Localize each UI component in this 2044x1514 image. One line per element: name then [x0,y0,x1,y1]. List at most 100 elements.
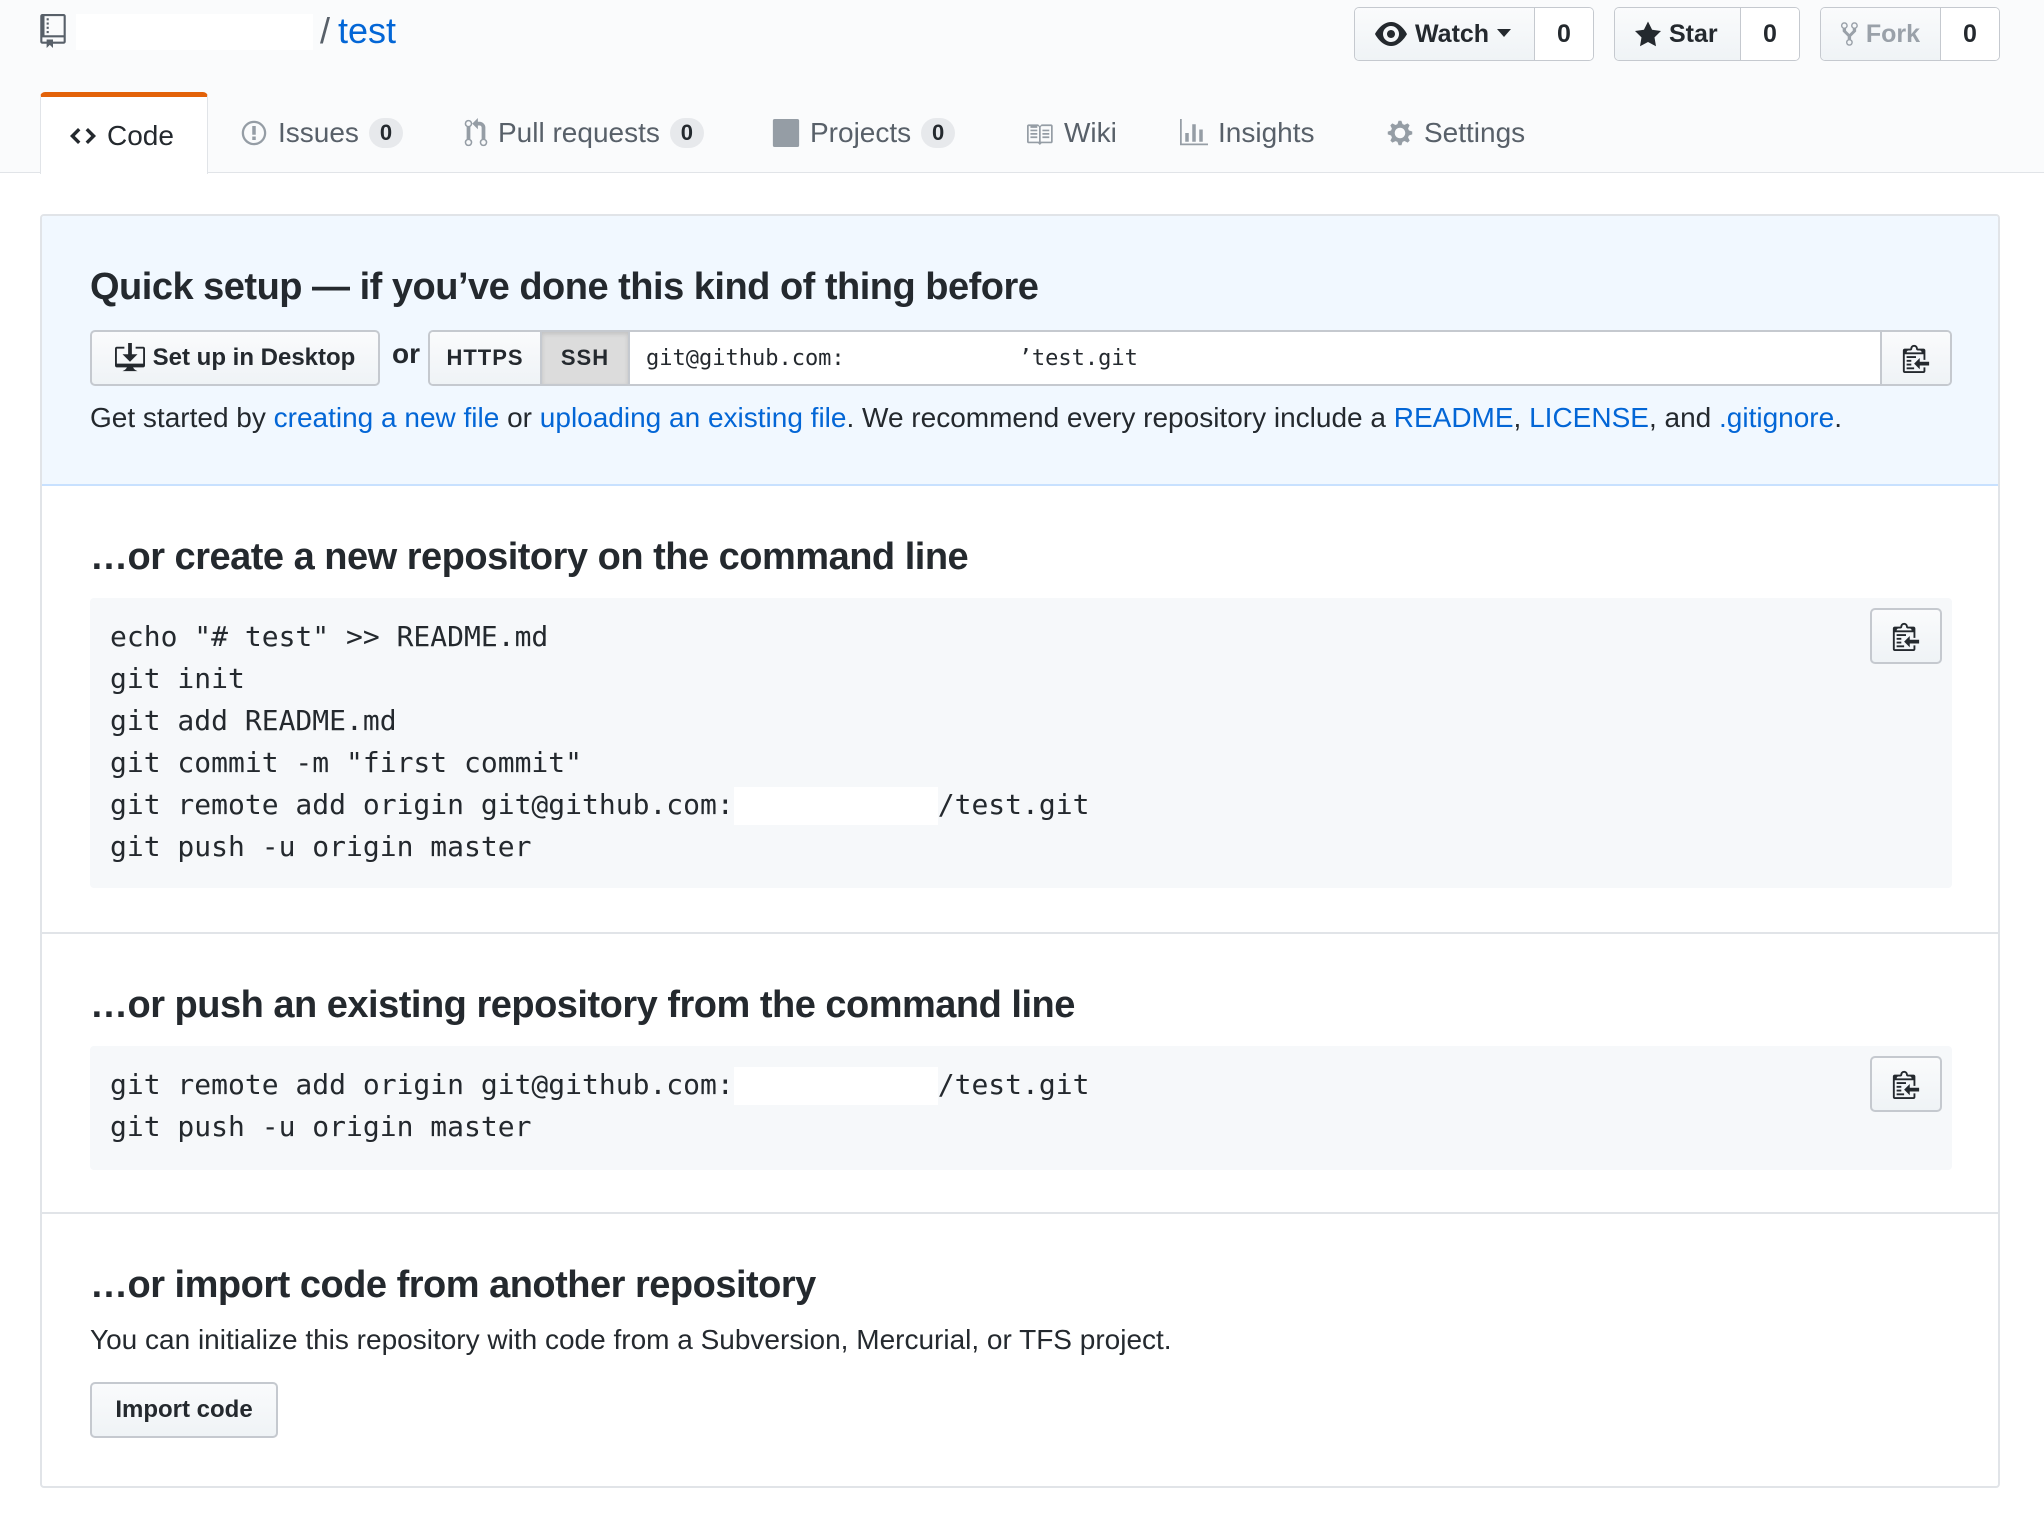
quick-setup-section: Quick setup — if you’ve done this kind o… [42,216,1998,486]
copy-create-commands-button[interactable] [1870,608,1942,664]
repo-path-separator: / [320,10,331,51]
issues-counter: 0 [368,117,403,148]
tab-issues-label: Issues [278,116,359,148]
project-icon [772,118,800,147]
star-label: Star [1669,19,1718,48]
create-repo-title: …or create a new repository on the comma… [90,536,969,578]
repo-forked-icon [1841,22,1858,46]
ssh-button[interactable]: SSH [542,332,630,384]
repo-header: / test Watch 0 Star 0 Fork 0 Code Issues… [0,0,2044,174]
fork-button[interactable]: Fork [1821,8,1941,60]
quick-setup-title: Quick setup — if you’ve done this kind o… [90,266,1039,308]
code-icon [70,127,96,144]
push-repo-section: …or push an existing repository from the… [42,934,1998,1214]
repo-nav-tabs: Code Issues 0 Pull requests 0 Projects 0… [0,92,2044,174]
fork-group: Fork 0 [1820,7,2000,61]
remote-command: git remote add origin git@github.com: [110,788,734,821]
clone-url-suffix: ’test.git [1018,345,1138,371]
desktop-download-icon [114,343,145,372]
get-started-t2: or [499,402,540,433]
get-started-t1: Get started by [90,402,274,433]
clone-url-prefix: git@github.com: [646,345,845,371]
redacted-owner [733,1067,938,1105]
watch-button[interactable]: Watch [1355,8,1535,60]
repo-icon [40,14,66,48]
star-button[interactable]: Star [1615,8,1741,60]
repo-name-link[interactable]: test [338,10,396,51]
get-started-t6: . [1834,402,1842,433]
clippy-icon [1892,622,1920,651]
readme-link[interactable]: README [1394,402,1514,433]
graph-icon [1180,118,1208,145]
watch-label: Watch [1415,19,1490,48]
or-separator: or [392,338,420,369]
code-line: git push -u origin master [110,1110,532,1143]
code-line-remote: git remote add origin git@github.com: /te… [110,784,1089,826]
code-line: git commit -m "first commit" [110,746,583,779]
tab-code-label: Code [107,119,174,151]
setup-desktop-label: Set up in Desktop [152,344,356,371]
tab-wiki-label: Wiki [1064,116,1117,148]
triangle-down-icon [1497,29,1512,37]
issue-opened-icon [241,120,267,145]
tab-pull-requests-label: Pull requests [498,116,660,148]
code-line: git init [110,662,245,695]
copy-clone-url-button[interactable] [1880,332,1950,384]
https-button[interactable]: HTTPS [430,332,542,384]
tab-projects[interactable]: Projects 0 [744,92,983,173]
import-repo-section: …or import code from another repository … [42,1214,1998,1486]
tab-projects-label: Projects [810,116,912,148]
import-description: You can initialize this repository with … [90,1324,1172,1355]
empty-repo-setup-box: Quick setup — if you’ve done this kind o… [40,214,2000,1488]
setup-desktop-button[interactable]: Set up in Desktop [90,330,380,386]
fork-count[interactable]: 0 [1941,8,1999,60]
git-pull-request-icon [464,117,488,146]
star-count[interactable]: 0 [1741,8,1799,60]
star-icon [1635,21,1661,47]
clone-url-group: HTTPS SSH git@github.com: ’test.git [428,330,1952,386]
push-repo-code-block: git remote add origin git@github.com: /te… [90,1046,1952,1170]
create-repo-code-block: echo "# test" >> README.md git init git … [90,598,1952,888]
remote-suffix: /test.git [937,1068,1090,1101]
creating-new-file-link[interactable]: creating a new file [274,402,500,433]
remote-command: git remote add origin git@github.com: [110,1068,734,1101]
tab-insights[interactable]: Insights [1152,92,1343,173]
tab-settings[interactable]: Settings [1358,92,1553,173]
get-started-text: Get started by creating a new file or up… [90,402,1842,434]
create-repo-section: …or create a new repository on the comma… [42,486,1998,934]
tab-wiki[interactable]: Wiki [996,92,1145,173]
fork-label: Fork [1865,19,1920,48]
code-line: git push -u origin master [110,830,532,863]
uploading-existing-file-link[interactable]: uploading an existing file [540,402,847,433]
gitignore-link[interactable]: .gitignore [1719,402,1834,433]
license-link[interactable]: LICENSE [1529,402,1649,433]
tab-code[interactable]: Code [40,92,208,174]
redacted-owner [733,787,938,825]
copy-push-commands-button[interactable] [1870,1056,1942,1112]
get-started-t5: , and [1648,402,1719,433]
tab-settings-label: Settings [1424,116,1526,148]
import-repo-title: …or import code from another repository [90,1264,816,1306]
book-icon [1027,123,1053,145]
code-line-remote: git remote add origin git@github.com: /te… [110,1064,1089,1106]
tab-issues[interactable]: Issues 0 [212,92,431,173]
pull-requests-counter: 0 [669,117,704,148]
watch-count[interactable]: 0 [1535,8,1593,60]
gear-icon [1387,120,1413,145]
get-started-t4: , [1513,402,1530,433]
star-group: Star 0 [1614,7,1800,61]
get-started-t3: . We recommend every repository include … [846,402,1394,433]
repo-owner[interactable] [76,14,313,50]
clone-url-input[interactable]: git@github.com: ’test.git [630,332,1880,384]
tab-insights-label: Insights [1218,116,1315,148]
push-repo-title: …or push an existing repository from the… [90,984,1075,1026]
clippy-icon [1892,1070,1920,1099]
remote-suffix: /test.git [937,788,1090,821]
clippy-icon [1902,344,1930,373]
repo-title: / test [320,6,396,56]
watch-group: Watch 0 [1354,7,1594,61]
code-line: git add README.md [110,704,397,737]
tab-pull-requests[interactable]: Pull requests 0 [436,92,732,173]
eye-icon [1375,22,1407,46]
import-code-button[interactable]: Import code [90,1382,278,1438]
